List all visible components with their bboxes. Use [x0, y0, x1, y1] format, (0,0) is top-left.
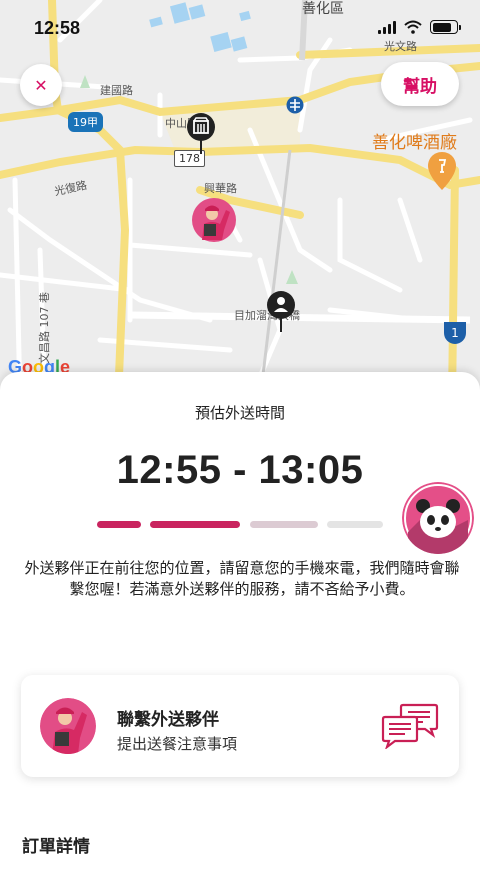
train-station-icon [286, 96, 304, 114]
destination-pin-icon [267, 291, 295, 332]
map-label-road: 建國路 [100, 84, 133, 97]
eta-time: 12:55 - 13:05 [116, 448, 364, 492]
map-label-road: 興華路 [204, 182, 237, 195]
eta-label: 預估外送時間 [194, 404, 285, 422]
wifi-icon [404, 20, 422, 34]
rider-location-icon [192, 198, 236, 242]
rider-icon [40, 698, 96, 754]
panda-icon [402, 482, 474, 554]
highway-shield: 1 [444, 322, 466, 344]
map-roads [0, 0, 480, 400]
progress-step [97, 521, 141, 528]
progress-step [150, 521, 240, 528]
help-button[interactable]: 幫助 [381, 62, 459, 106]
map-label-road: 文昌路 107 巷 [38, 292, 51, 364]
map-label-poi: 善化啤酒廠 [372, 133, 457, 153]
panda-mascot-avatar [402, 482, 474, 554]
status-time: 12:58 [34, 18, 81, 38]
progress-step [327, 521, 383, 528]
contact-rider-card[interactable]: 聯繫外送夥伴 提出送餐注意事項 [21, 675, 459, 777]
rider-avatar [40, 698, 96, 754]
close-icon: ✕ [34, 75, 48, 95]
cellular-signal-icon [378, 20, 396, 34]
contact-rider-title: 聯繫外送夥伴 [117, 710, 219, 730]
restaurant-pin-icon [187, 113, 215, 154]
poi-pin-icon [428, 152, 456, 190]
order-details-heading[interactable]: 訂單詳情 [22, 832, 90, 857]
contact-rider-subtitle: 提出送餐注意事項 [117, 735, 238, 753]
map-view[interactable]: 善化區 光文路 建國路 中山路 光復路 興華路 文昌路 107 巷 目加溜灣大橋… [0, 0, 480, 400]
route-shield: 19甲 [68, 112, 103, 132]
chat-bubbles-icon [381, 703, 439, 749]
rider-message: 外送夥伴正在前往您的位置，請留意您的手機來電，我們隨時會聯繫您喔！若滿意外送夥伴… [24, 559, 460, 598]
close-button[interactable]: ✕ [20, 64, 62, 106]
delivery-status-sheet: 預估外送時間 12:55 - 13:05 外送夥伴正在前往您的位置，請留意您的手… [0, 372, 480, 874]
status-bar: 12:58 [0, 0, 480, 56]
battery-icon [430, 20, 461, 34]
progress-step [250, 521, 318, 528]
